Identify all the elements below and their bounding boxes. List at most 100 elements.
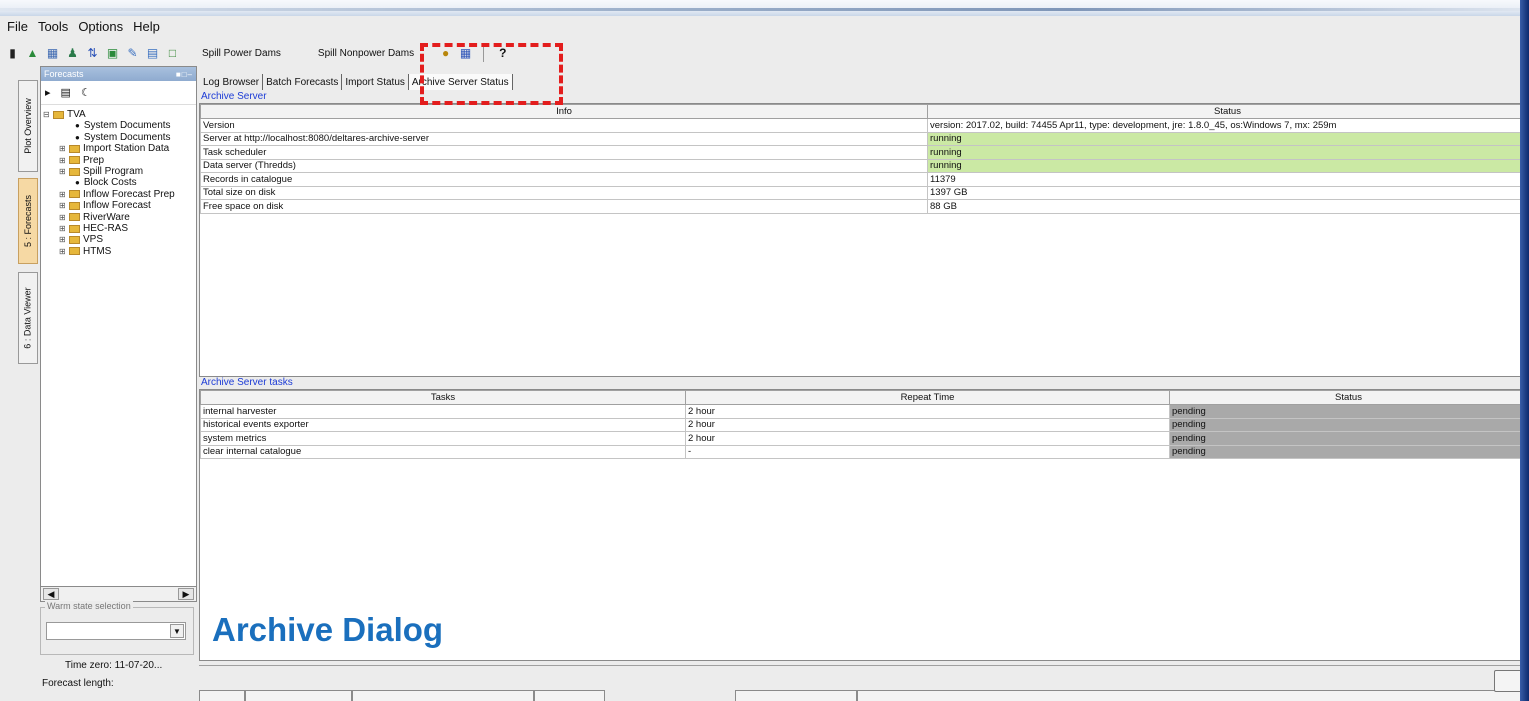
folder-icon [69, 144, 80, 153]
bottom-divider [199, 665, 1529, 666]
forecast-tree-scrollbar[interactable]: ◀ ▶ [40, 586, 197, 602]
scroll-right-icon[interactable]: ▶ [178, 588, 194, 600]
expand-icon[interactable]: ⊞ [59, 143, 69, 154]
document-icon[interactable]: □ [164, 45, 181, 62]
leaf-bullet-icon: ● [75, 132, 80, 142]
tree-item[interactable]: ● System Documents [41, 120, 196, 131]
status-strip [199, 690, 1529, 701]
column-header-status[interactable]: Status [927, 104, 1528, 119]
archive-server-title: Archive Server [201, 91, 267, 102]
table-row[interactable]: internal harvester 2 hour pending [200, 404, 1528, 419]
network-icon[interactable]: ▲ [24, 45, 41, 62]
status-cell [351, 690, 534, 701]
chevron-down-icon[interactable]: ▼ [170, 624, 184, 638]
tree-item[interactable]: ⊞ HEC-RAS [41, 223, 196, 234]
collapse-icon[interactable]: ⊟ [43, 109, 53, 120]
forecasts-panel-toolbar: ▸ ▤ ☾ [41, 81, 196, 105]
window-title-strip [0, 0, 1529, 16]
tree-item[interactable]: ● System Documents [41, 132, 196, 143]
menu-tools[interactable]: Tools [35, 18, 71, 38]
warm-state-select[interactable]: ▼ [46, 622, 186, 640]
forecast-length-label: Forecast length: [42, 678, 114, 689]
status-running: running [927, 131, 1528, 146]
tab-import-status[interactable]: Import Status [342, 74, 409, 90]
archive-tasks-title: Archive Server tasks [201, 377, 293, 388]
tab-data-viewer[interactable]: 6 : Data Viewer [18, 272, 38, 364]
tab-plot-overview[interactable]: Plot Overview [18, 80, 38, 172]
report-icon[interactable]: ▦ [457, 45, 474, 62]
transfer-icon[interactable]: ⇅ [84, 45, 101, 62]
tab-batch-forecasts[interactable]: Batch Forecasts [263, 74, 343, 90]
folder-icon [69, 156, 80, 165]
tree-item[interactable]: ⊞ VPS [41, 234, 196, 245]
table-row[interactable]: Total size on disk 1397 GB [200, 185, 1528, 200]
toolbar-separator [483, 44, 485, 62]
expand-icon[interactable]: ⊞ [59, 155, 69, 166]
table-row[interactable]: system metrics 2 hour pending [200, 431, 1528, 446]
users-icon[interactable]: ♟ [64, 45, 81, 62]
status-running: running [927, 145, 1528, 160]
tree-item[interactable]: ⊞ Import Station Data [41, 143, 196, 154]
expand-icon[interactable]: ⊞ [59, 246, 69, 257]
menu-file[interactable]: File [4, 18, 31, 38]
status-pending: pending [1169, 404, 1528, 419]
list-icon[interactable]: ▤ [61, 86, 71, 99]
expand-icon[interactable]: ⊞ [59, 200, 69, 211]
tree-item[interactable]: ⊞ Spill Program [41, 166, 196, 177]
forecasts-panel-title: Forecasts ■□– [41, 67, 196, 81]
column-header-tasks[interactable]: Tasks [200, 390, 686, 405]
tree-item[interactable]: ⊞ HTMS [41, 246, 196, 257]
menu-options[interactable]: Options [75, 18, 126, 38]
column-header-status[interactable]: Status [1169, 390, 1528, 405]
grid-icon[interactable]: ▦ [44, 45, 61, 62]
tree-item[interactable]: ⊞ Inflow Forecast Prep [41, 189, 196, 200]
tree-item-tva[interactable]: ⊟ TVA [41, 109, 196, 120]
panel-controls-icon[interactable]: ■□– [176, 70, 196, 79]
table-row[interactable]: clear internal catalogue - pending [200, 444, 1528, 459]
tree-item[interactable]: ● Block Costs [41, 177, 196, 188]
expand-icon[interactable]: ⊞ [59, 166, 69, 177]
warm-state-label: Warm state selection [45, 601, 133, 611]
monitor-icon[interactable]: ▣ [104, 45, 121, 62]
column-header-repeat-time[interactable]: Repeat Time [685, 390, 1170, 405]
play-icon[interactable]: ▸ [45, 86, 51, 99]
tab-forecasts[interactable]: 5 : Forecasts [18, 178, 38, 264]
table-row[interactable]: Data server (Thredds) running [200, 158, 1528, 173]
table-row[interactable]: Version version: 2017.02, build: 74455 Ap… [200, 118, 1528, 133]
column-header-info[interactable]: Info [200, 104, 928, 119]
folder-icon [69, 190, 80, 199]
table-row[interactable]: Task scheduler running [200, 145, 1528, 160]
expand-icon[interactable]: ⊞ [59, 212, 69, 223]
chart-icon[interactable]: ▤ [144, 45, 161, 62]
status-cell [734, 690, 857, 701]
status-pending: pending [1169, 431, 1528, 446]
tree-item[interactable]: ⊞ Inflow Forecast [41, 200, 196, 211]
database-icon[interactable]: ▮ [4, 45, 21, 62]
lock-icon[interactable]: ● [437, 45, 454, 62]
table-row[interactable]: historical events exporter 2 hour pending [200, 417, 1528, 432]
expand-icon[interactable]: ⊞ [59, 189, 69, 200]
pencil-icon[interactable]: ✎ [124, 45, 141, 62]
window-edge [1520, 0, 1529, 701]
spill-nonpower-dams-button[interactable]: Spill Nonpower Dams [312, 43, 420, 63]
tree-item[interactable]: ⊞ RiverWare [41, 212, 196, 223]
status-cell [244, 690, 352, 701]
tab-archive-server-status[interactable]: Archive Server Status [408, 74, 513, 90]
forecast-tree: ⊟ TVA ● System Documents ● System Documents… [41, 105, 196, 257]
archive-server-table: Info Status Version version: 2017.02, bui… [199, 103, 1529, 377]
folder-icon [53, 110, 64, 119]
expand-icon[interactable]: ⊞ [59, 234, 69, 245]
table-row[interactable]: Free space on disk 88 GB [200, 199, 1528, 214]
toolbar: ▮ ▲ ▦ ♟ ⇅ ▣ ✎ ▤ □ Spill Power Dams Spill… [0, 42, 1520, 64]
tree-item[interactable]: ⊞ Prep [41, 155, 196, 166]
table-row[interactable]: Records in catalogue 11379 [200, 172, 1528, 187]
menu-help[interactable]: Help [130, 18, 163, 38]
help-button[interactable]: ? [493, 46, 512, 60]
time-zero-label: Time zero: 11-07-20... [65, 660, 163, 671]
spill-power-dams-button[interactable]: Spill Power Dams [196, 43, 287, 63]
moon-icon[interactable]: ☾ [81, 86, 91, 99]
table-row[interactable]: Server at http://localhost:8080/deltares… [200, 131, 1528, 146]
tab-log-browser[interactable]: Log Browser [200, 74, 264, 90]
scroll-left-icon[interactable]: ◀ [43, 588, 59, 600]
expand-icon[interactable]: ⊞ [59, 223, 69, 234]
